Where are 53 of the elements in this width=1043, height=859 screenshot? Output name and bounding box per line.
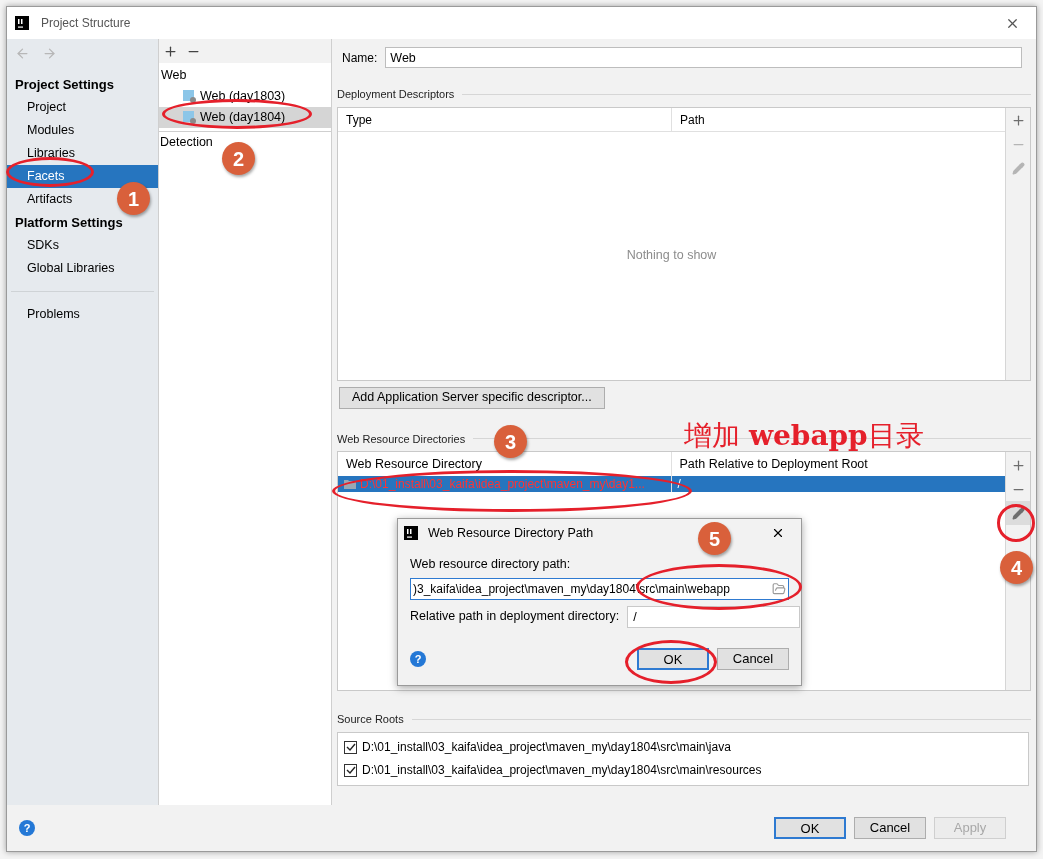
close-icon[interactable] — [771, 526, 785, 540]
sidebar-item[interactable]: Facets — [7, 165, 158, 188]
name-label: Name: — [342, 49, 378, 67]
help-icon[interactable]: ? — [410, 650, 426, 667]
sidebar-item[interactable]: Libraries — [7, 142, 79, 165]
sidebar-item[interactable]: Project — [7, 96, 70, 119]
dialog-button[interactable]: OK — [637, 647, 709, 670]
tree-item[interactable]: Web — [159, 65, 331, 86]
section-title: Source Roots — [337, 712, 404, 727]
annotation-ellipse — [997, 504, 1035, 542]
sidebar-heading: Platform Settings — [14, 214, 124, 232]
dialog-button[interactable]: Cancel — [717, 647, 789, 670]
dialog-title: Web Resource Directory Path — [428, 524, 594, 542]
name-field[interactable]: Web — [385, 47, 1022, 68]
source-root-path: D:\01_install\03_kaifa\idea_project\maven_my\day1804\src\main\resources — [362, 762, 762, 779]
tree-item[interactable]: Web (day1804) — [159, 107, 331, 128]
detection-label: Detection — [159, 134, 214, 151]
sidebar-item[interactable]: Modules — [7, 119, 79, 142]
web-facet-icon — [183, 111, 196, 124]
help-icon[interactable]: ? — [19, 820, 35, 836]
web-facet-icon — [183, 90, 196, 103]
checkbox[interactable] — [344, 740, 357, 754]
column-header[interactable]: Type — [338, 107, 672, 131]
folder-icon[interactable] — [772, 581, 786, 596]
app-logo-icon — [404, 526, 418, 540]
sidebar-item[interactable]: Problems — [7, 303, 158, 326]
relative-path-field[interactable]: / — [627, 605, 801, 628]
add-icon[interactable] — [163, 43, 178, 59]
app-logo-icon — [15, 16, 29, 30]
source-root-path: D:\01_install\03_kaifa\idea_project\maven_my\day1804\src\main\java — [362, 739, 731, 756]
table-cell-text: / — [677, 476, 681, 493]
sidebar-item[interactable]: SDKs — [7, 234, 63, 257]
window-title: Project Structure — [41, 15, 131, 32]
tree-item[interactable]: Web (day1803) — [159, 86, 331, 107]
dialog-button[interactable]: OK — [774, 817, 846, 839]
field-label: Relative path in deployment directory: — [410, 608, 620, 626]
table-cell-text: D:\01_install\03_kaifa\idea_project\maven_my\day1... — [360, 476, 645, 493]
sidebar-item[interactable]: Artifacts — [7, 188, 77, 211]
annotation-note: 增加 webapp目录 — [684, 418, 924, 454]
sidebar-item[interactable]: Global Libraries — [7, 257, 119, 280]
table-row[interactable]: D:\01_install\03_kaifa\idea_project\maven_my\day1... / — [338, 476, 1005, 492]
section-title: Deployment Descriptors — [337, 87, 455, 102]
checkbox[interactable] — [344, 763, 357, 777]
field-label: Web resource directory path: — [410, 556, 572, 573]
folder-icon — [344, 479, 356, 489]
column-header[interactable]: Path — [672, 107, 1005, 131]
empty-message: Nothing to show — [626, 247, 717, 265]
add-descriptor-button[interactable]: Add Application Server specific descriptor... — [339, 386, 605, 409]
section-title: Web Resource Directories — [337, 431, 466, 447]
edit-icon[interactable] — [1006, 501, 1030, 525]
sidebar-heading: Project Settings — [14, 76, 115, 94]
column-header[interactable]: Path Relative to Deployment Root — [671, 452, 1005, 476]
dialog-button[interactable]: Cancel — [854, 817, 926, 839]
